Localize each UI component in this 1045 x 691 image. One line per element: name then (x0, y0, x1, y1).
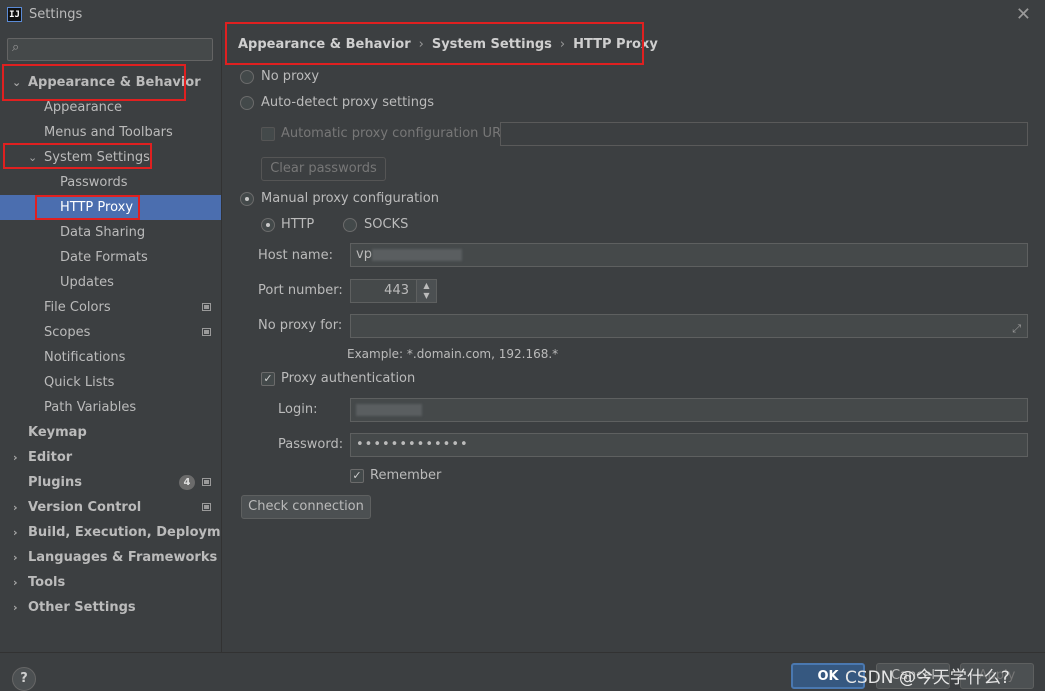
chevron-right-icon: › (13, 501, 18, 514)
clear-passwords-button[interactable]: Clear passwords (261, 157, 386, 181)
dialog-footer: ? OK Cancel Apply CSDN @今天学什么? (0, 652, 1045, 691)
chevron-down-icon: ⌄ (28, 151, 38, 164)
chevron-right-icon: › (13, 601, 18, 614)
no-proxy-radio[interactable] (240, 70, 254, 84)
sidebar-item-data-sharing[interactable]: Data Sharing (0, 220, 221, 245)
sidebar-item-editor[interactable]: › Editor (0, 445, 221, 470)
sidebar-item-build-execution-deployment[interactable]: › Build, Execution, Deployment (0, 520, 245, 545)
password-label: Password: (278, 437, 344, 452)
breadcrumb-item: HTTP Proxy (573, 37, 658, 52)
title-bar: IJ Settings ✕ (0, 0, 1045, 30)
redacted-text (371, 248, 462, 261)
sidebar-item-http-proxy[interactable]: HTTP Proxy (0, 195, 221, 220)
no-proxy-label: No proxy (261, 69, 320, 84)
sidebar-item-date-formats[interactable]: Date Formats (0, 245, 221, 270)
search-input[interactable]: ⌕ (7, 38, 213, 61)
sidebar-item-tools[interactable]: › Tools (0, 570, 221, 595)
settings-sidebar: ⌕ ⌄ Appearance & Behavior Appearance Men… (0, 30, 245, 652)
redacted-text (356, 403, 422, 416)
auto-proxy-url-label: Automatic proxy configuration URL: (281, 126, 513, 141)
proxy-auth-label: Proxy authentication (281, 371, 416, 386)
sidebar-item-updates[interactable]: Updates (0, 270, 221, 295)
sidebar-item-menus-toolbars[interactable]: Menus and Toolbars (0, 120, 221, 145)
sidebar-item-system-settings[interactable]: ⌄ System Settings (0, 145, 221, 170)
breadcrumb-item[interactable]: Appearance & Behavior (238, 36, 411, 54)
breadcrumb-separator: › (418, 37, 424, 52)
host-name-value: vp (356, 247, 372, 262)
auto-proxy-url-checkbox[interactable] (261, 127, 275, 141)
project-scope-icon (202, 478, 211, 486)
sidebar-item-file-colors[interactable]: File Colors (0, 295, 221, 320)
auto-detect-radio[interactable] (240, 96, 254, 110)
port-number-label: Port number: (258, 283, 343, 298)
project-scope-icon (202, 303, 211, 311)
sidebar-item-path-variables[interactable]: Path Variables (0, 395, 221, 420)
intellij-icon: IJ (7, 7, 22, 22)
socks-label: SOCKS (364, 217, 409, 232)
port-number-spinner[interactable]: 443 ▲ ▼ (350, 279, 437, 303)
breadcrumb-item[interactable]: System Settings (432, 36, 552, 54)
close-icon[interactable]: ✕ (1016, 4, 1031, 25)
sidebar-item-notifications[interactable]: Notifications (0, 345, 221, 370)
chevron-right-icon: › (13, 551, 18, 564)
plugins-update-badge: 4 (179, 475, 195, 490)
sidebar-item-version-control[interactable]: › Version Control (0, 495, 221, 520)
help-icon[interactable]: ? (12, 667, 36, 691)
sidebar-item-appearance[interactable]: Appearance (0, 95, 221, 120)
sidebar-item-appearance-behavior[interactable]: ⌄ Appearance & Behavior (0, 70, 221, 95)
breadcrumb: Appearance & Behavior › System Settings › HT… (238, 36, 658, 54)
search-icon: ⌕ (12, 40, 20, 55)
sidebar-item-scopes[interactable]: Scopes (0, 320, 221, 345)
sidebar-item-passwords[interactable]: Passwords (0, 170, 221, 195)
window-title: Settings (29, 7, 83, 22)
remember-label: Remember (370, 468, 442, 483)
manual-proxy-radio[interactable] (240, 192, 254, 206)
host-name-label: Host name: (258, 248, 333, 263)
no-proxy-for-input[interactable]: ⤢ (350, 314, 1028, 338)
http-label: HTTP (281, 217, 315, 232)
spinner-arrows-icon[interactable]: ▲ ▼ (416, 280, 436, 302)
project-scope-icon (202, 328, 211, 336)
no-proxy-example: Example: *.domain.com, 192.168.* (347, 347, 559, 361)
sidebar-item-other-settings[interactable]: › Other Settings (0, 595, 221, 620)
chevron-down-icon: ⌄ (12, 76, 22, 89)
chevron-right-icon: › (13, 526, 18, 539)
host-name-input[interactable]: vp (350, 243, 1028, 267)
sidebar-item-languages-frameworks[interactable]: › Languages & Frameworks (0, 545, 221, 570)
proxy-auth-checkbox[interactable]: ✓ (261, 372, 275, 386)
sidebar-item-keymap[interactable]: Keymap (0, 420, 221, 445)
auto-proxy-url-input[interactable] (500, 122, 1028, 146)
project-scope-icon (202, 503, 211, 511)
sidebar-item-quick-lists[interactable]: Quick Lists (0, 370, 221, 395)
expand-icon[interactable]: ⤢ (1012, 318, 1021, 337)
password-input[interactable]: ••••••••••••• (350, 433, 1028, 457)
auto-detect-label: Auto-detect proxy settings (261, 95, 435, 110)
chevron-right-icon: › (13, 451, 18, 464)
login-input[interactable] (350, 398, 1028, 422)
chevron-right-icon: › (13, 576, 18, 589)
no-proxy-for-label: No proxy for: (258, 318, 343, 333)
breadcrumb-separator: › (559, 37, 566, 52)
manual-proxy-label: Manual proxy configuration (261, 191, 439, 206)
sidebar-item-plugins[interactable]: Plugins 4 (0, 470, 221, 495)
csdn-watermark: CSDN @今天学什么? (845, 668, 1010, 688)
remember-checkbox[interactable]: ✓ (350, 469, 364, 483)
socks-radio[interactable] (343, 218, 357, 232)
check-connection-button[interactable]: Check connection (241, 495, 371, 519)
port-number-value: 443 (384, 283, 409, 298)
http-proxy-panel: Appearance & Behavior › System Settings › HT… (222, 30, 1045, 652)
login-label: Login: (278, 402, 318, 417)
http-radio[interactable] (261, 218, 275, 232)
